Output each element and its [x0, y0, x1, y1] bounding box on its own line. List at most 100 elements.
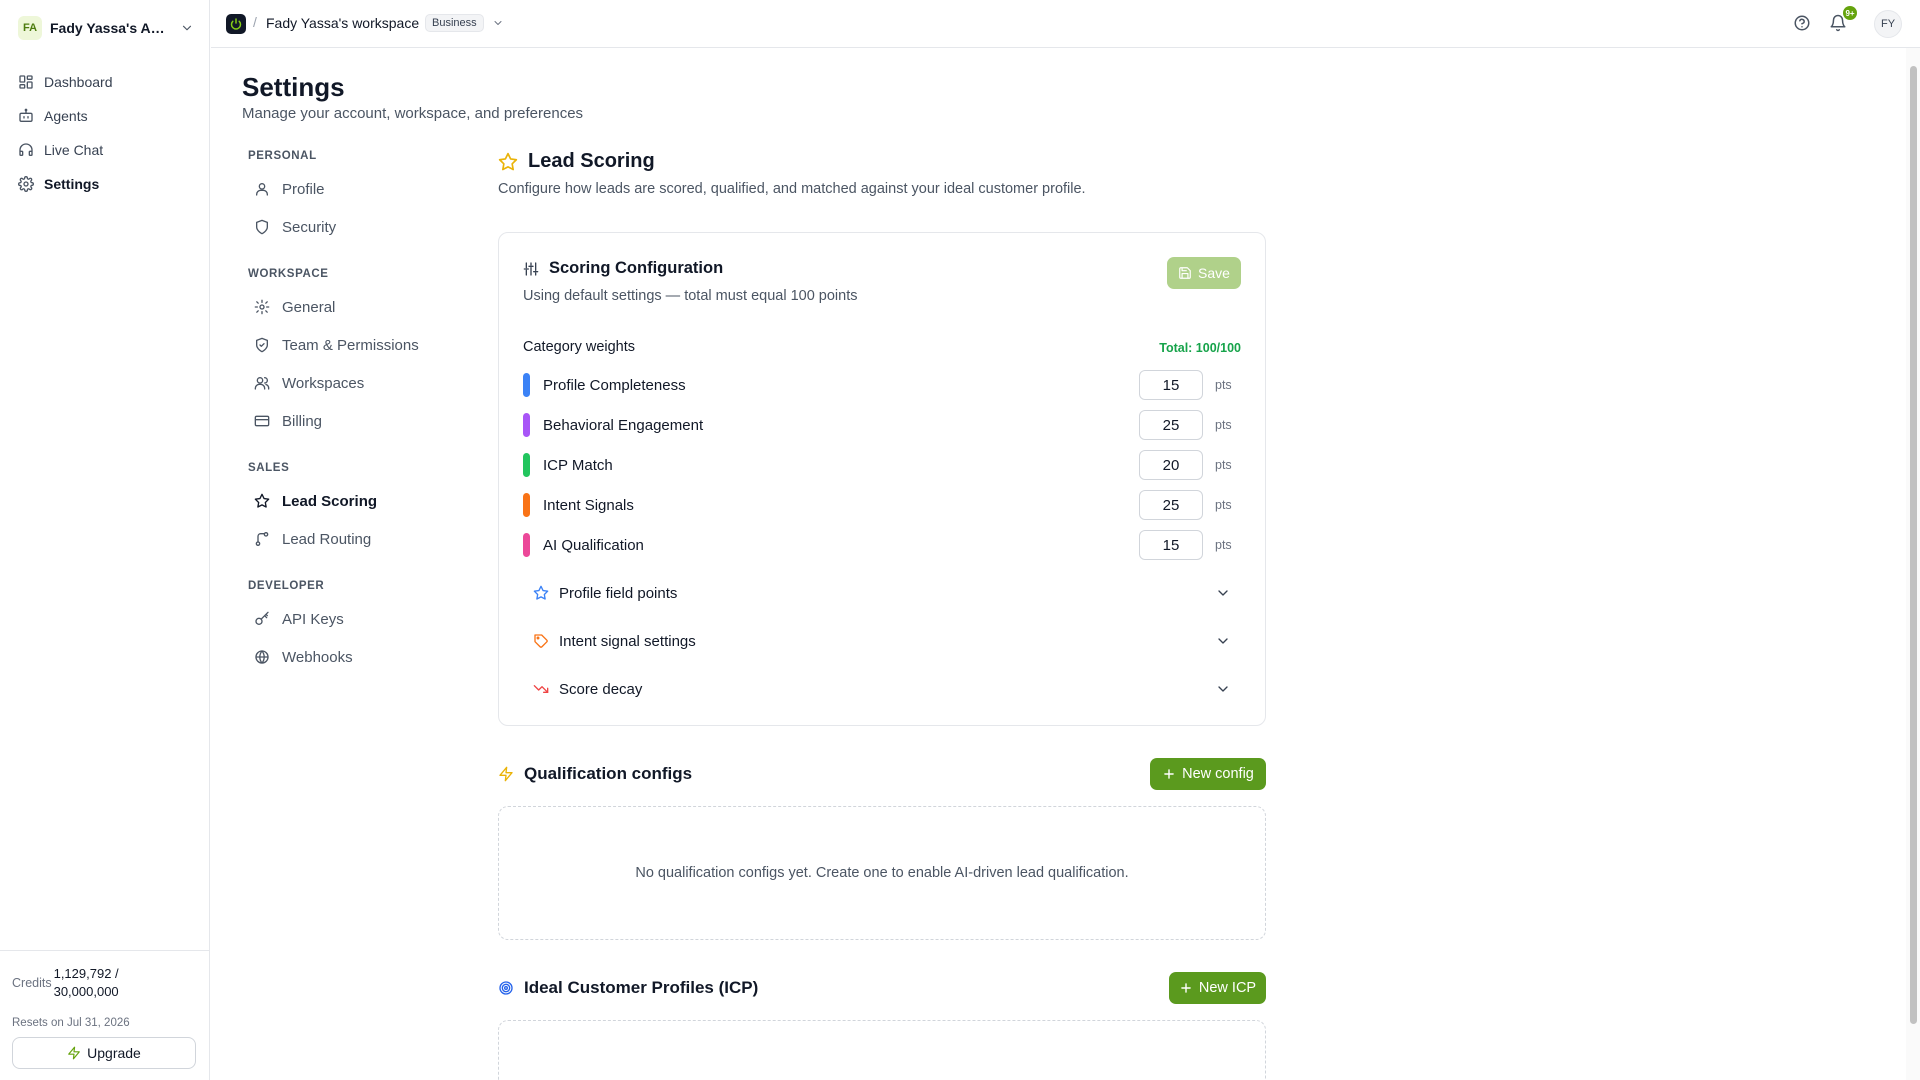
settings-item-label: Workspaces: [282, 374, 365, 392]
settings-item-label: Billing: [282, 412, 323, 430]
settings-item-security[interactable]: Security: [248, 208, 458, 246]
gear-icon: [18, 176, 34, 192]
category-weights-label: Category weights: [523, 339, 636, 355]
nav-item-agents[interactable]: Agents: [10, 100, 200, 132]
users-icon: [254, 377, 270, 390]
user-icon: [256, 183, 268, 196]
help-icon[interactable]: [1793, 14, 1811, 32]
accordion-label: Profile field points: [559, 584, 678, 602]
plus-icon: [1164, 769, 1174, 779]
chevron-down-icon: [1218, 590, 1228, 596]
settings-group-heading: WORKSPACE: [248, 268, 329, 280]
gear-icon: [254, 299, 270, 315]
settings-item-label: General: [282, 298, 336, 316]
weight-name: ICP Match: [543, 456, 613, 474]
page-subtitle: Manage your account, workspace, and pref…: [242, 105, 584, 122]
plan-badge: Business: [425, 14, 484, 32]
config-accordion: Profile field points Intent signal setti…: [523, 569, 1241, 713]
nav-label: Dashboard: [44, 74, 113, 90]
settings-item-webhooks[interactable]: Webhooks: [248, 638, 458, 676]
save-icon: [1179, 267, 1191, 279]
new-config-label: New config: [1182, 766, 1254, 782]
weights-total: Total: 100/100: [1159, 341, 1241, 355]
weight-input[interactable]: [1139, 370, 1203, 400]
settings-item-workspaces[interactable]: Workspaces: [248, 364, 458, 402]
settings-item-billing[interactable]: Billing: [248, 402, 458, 440]
accordion-profile-field-points[interactable]: Profile field points: [523, 569, 1241, 617]
settings-item-lead-scoring[interactable]: Lead Scoring: [248, 482, 458, 520]
weight-input[interactable]: [1139, 450, 1203, 480]
upgrade-button[interactable]: Upgrade: [12, 1037, 196, 1069]
icp-heading: Ideal Customer Profiles (ICP): [498, 978, 758, 998]
settings-item-team-permissions[interactable]: Team & Permissions: [248, 326, 458, 364]
scrollbar-thumb[interactable]: [1910, 66, 1917, 1024]
scoring-configuration-card: Scoring Configuration Using default sett…: [498, 232, 1266, 726]
chevron-down-icon[interactable]: [492, 17, 504, 29]
settings-item-label: Webhooks: [282, 648, 353, 666]
weight-color-bar: [523, 453, 530, 477]
dashboard-icon: [19, 75, 33, 89]
card-header: Scoring Configuration: [523, 259, 723, 278]
settings-item-label: Lead Routing: [282, 530, 372, 548]
accordion-score-decay[interactable]: Score decay: [523, 665, 1241, 713]
settings-item-api-keys[interactable]: API Keys: [248, 600, 458, 638]
settings-item-label: Team & Permissions: [282, 336, 419, 354]
chevron-down-icon: [1218, 686, 1228, 692]
shield-check-icon: [256, 337, 268, 353]
credit-card-icon: [254, 415, 270, 427]
weight-row: Behavioral Engagement pts: [523, 405, 1241, 445]
weight-unit: pts: [1215, 378, 1232, 392]
weight-input[interactable]: [1139, 490, 1203, 520]
star-icon: [498, 152, 518, 170]
weight-unit: pts: [1215, 498, 1232, 512]
nav-item-live-chat[interactable]: Live Chat: [10, 134, 200, 166]
weight-unit: pts: [1215, 418, 1232, 432]
weight-input[interactable]: [1139, 530, 1203, 560]
settings-group-heading: DEVELOPER: [248, 580, 325, 592]
target-icon: [499, 981, 513, 995]
plus-icon: [1181, 983, 1191, 993]
page-title: Settings: [242, 72, 345, 102]
breadcrumb-separator: /: [253, 14, 257, 30]
save-button[interactable]: Save: [1167, 257, 1241, 289]
account-switcher[interactable]: FA Fady Yassa's Acc...: [18, 16, 194, 40]
new-config-button[interactable]: New config: [1150, 758, 1266, 790]
new-icp-button[interactable]: New ICP: [1169, 972, 1266, 1004]
weight-row: ICP Match pts: [523, 445, 1241, 485]
credits-value: 1,129,792 / 30,000,000: [53, 966, 119, 999]
accordion-intent-signal-settings[interactable]: Intent signal settings: [523, 617, 1241, 665]
workspace-name[interactable]: Fady Yassa's workspace: [266, 15, 419, 31]
trending-down-icon: [533, 685, 549, 693]
weight-row: Intent Signals pts: [523, 485, 1241, 525]
settings-nav: PERSONAL Profile Security WORKSPACE Gene…: [248, 150, 458, 676]
nav-label: Settings: [44, 176, 100, 192]
weight-row: Profile Completeness pts: [523, 365, 1241, 405]
accordion-label: Intent signal settings: [559, 632, 696, 650]
workspace-logo[interactable]: [226, 14, 246, 34]
settings-item-profile[interactable]: Profile: [248, 170, 458, 208]
credits-reset-date: Resets on Jul 31, 2026: [12, 1017, 130, 1029]
git-branch-icon: [255, 532, 269, 546]
nav-item-settings[interactable]: Settings: [10, 168, 200, 200]
chevron-down-icon: [1218, 638, 1228, 644]
accordion-label: Score decay: [559, 680, 643, 698]
bot-icon: [19, 108, 33, 122]
user-avatar[interactable]: FY: [1874, 10, 1902, 38]
top-bar: / Fady Yassa's workspace Business 9+ FY: [211, 0, 1920, 48]
globe-icon: [255, 650, 269, 664]
settings-item-label: Lead Scoring: [282, 492, 378, 510]
nav-item-dashboard[interactable]: Dashboard: [10, 66, 200, 98]
settings-item-general[interactable]: General: [248, 288, 458, 326]
new-icp-label: New ICP: [1198, 980, 1257, 996]
star-icon: [254, 493, 270, 508]
page-scrollbar[interactable]: [1906, 48, 1920, 1080]
key-icon: [255, 611, 269, 625]
settings-item-label: Security: [282, 218, 337, 236]
settings-group-heading: PERSONAL: [248, 150, 317, 162]
weight-row: AI Qualification pts: [523, 525, 1241, 565]
category-weights-list: Profile Completeness pts Behavioral Enga…: [523, 365, 1241, 565]
save-label: Save: [1198, 265, 1230, 281]
sliders-icon: [523, 261, 539, 276]
weight-input[interactable]: [1139, 410, 1203, 440]
settings-item-lead-routing[interactable]: Lead Routing: [248, 520, 458, 558]
